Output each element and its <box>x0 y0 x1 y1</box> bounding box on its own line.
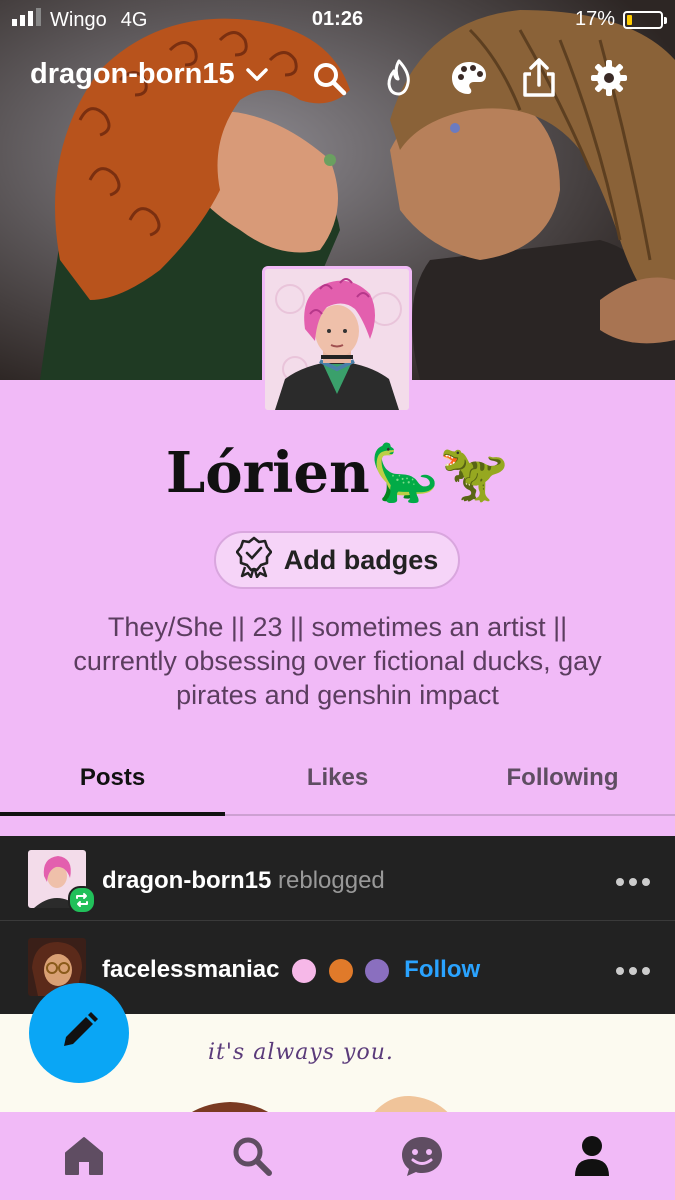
paw-badge-icon[interactable] <box>292 958 317 983</box>
bio-line: currently obsessing over fictional ducks… <box>73 646 602 676</box>
account-icon[interactable] <box>566 1130 618 1182</box>
blog-description: They/She || 23 || sometimes an artist ||… <box>40 610 635 712</box>
add-badges-label: Add badges <box>283 544 439 575</box>
more-options-icon[interactable] <box>615 963 651 975</box>
active-tab-indicator <box>0 812 225 816</box>
add-badges-button[interactable]: Add badges <box>214 531 460 589</box>
profile-tabs: Posts Likes Following <box>0 748 675 816</box>
pencil-icon <box>56 1008 102 1059</box>
home-icon[interactable] <box>58 1130 110 1182</box>
flame-icon[interactable] <box>375 54 423 102</box>
author-username[interactable]: facelessmaniac <box>102 956 279 983</box>
tab-posts[interactable]: Posts <box>0 764 225 792</box>
more-options-icon[interactable] <box>615 874 651 886</box>
tab-likes[interactable]: Likes <box>225 764 450 792</box>
clock: 01:26 <box>311 8 364 30</box>
top-bar: dragon-born15 <box>0 48 675 108</box>
compose-button[interactable] <box>29 983 129 1083</box>
bio-line: pirates and genshin impact <box>176 680 499 710</box>
follow-button[interactable]: Follow <box>404 956 480 983</box>
reblog-header: dragon-born15 reblogged <box>0 836 675 922</box>
battery-icon <box>623 10 667 29</box>
search-icon[interactable] <box>226 1130 278 1182</box>
battery-percent: 17% <box>574 8 615 30</box>
divider <box>0 920 675 921</box>
paw-badge-icon[interactable] <box>365 958 390 983</box>
bio-line: They/She || 23 || sometimes an artist || <box>107 612 568 642</box>
blog-switcher[interactable]: dragon-born15 <box>30 58 269 91</box>
reblogger-name[interactable]: dragon-born15 reblogged <box>102 867 385 895</box>
tab-following[interactable]: Following <box>450 764 675 792</box>
reblogger-username[interactable]: dragon-born15 <box>102 867 271 894</box>
blog-title: Lórien🦕🦖 <box>165 440 510 506</box>
bottom-navigation <box>0 1112 675 1200</box>
palette-icon[interactable] <box>445 54 493 102</box>
blog-name: dragon-born15 <box>30 58 235 90</box>
author-name-row: facelessmaniac Follow <box>102 956 480 984</box>
gear-icon[interactable] <box>585 54 633 102</box>
activity-icon[interactable] <box>396 1130 448 1182</box>
reblogged-label: reblogged <box>278 867 385 894</box>
reblog-icon <box>68 886 96 914</box>
share-icon[interactable] <box>515 54 563 102</box>
search-icon[interactable] <box>305 54 353 102</box>
avatar[interactable] <box>262 266 412 413</box>
badge-icon <box>235 536 273 585</box>
status-bar: Wingo 4G 01:26 17% <box>0 0 675 38</box>
paw-badge-icon[interactable] <box>328 958 353 983</box>
chevron-down-icon <box>245 58 269 91</box>
